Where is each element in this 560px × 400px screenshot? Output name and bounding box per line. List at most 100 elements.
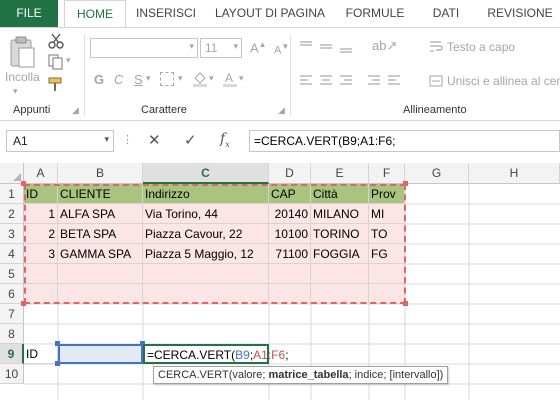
table-cell[interactable]: GAMMA SPA bbox=[58, 244, 143, 264]
paste-dropdown-icon[interactable]: ▾ bbox=[13, 86, 18, 97]
empty-cell[interactable] bbox=[269, 264, 311, 284]
table-cell[interactable]: 10100 bbox=[269, 224, 311, 244]
worksheet-grid[interactable]: A B C D E F G H 1 2 3 4 5 6 7 8 9 10 ID … bbox=[0, 163, 560, 400]
table-cell[interactable]: ALFA SPA bbox=[58, 204, 143, 224]
tooltip-arg-current[interactable]: matrice_tabella bbox=[268, 369, 348, 381]
wrap-text-icon[interactable] bbox=[429, 40, 443, 54]
table-header-cell[interactable]: CAP bbox=[269, 184, 311, 204]
column-header[interactable]: H bbox=[469, 163, 560, 184]
reference-handle[interactable] bbox=[55, 361, 60, 366]
paste-icon[interactable] bbox=[6, 36, 36, 70]
empty-cell[interactable] bbox=[24, 284, 58, 304]
row-header[interactable]: 8 bbox=[0, 324, 24, 344]
table-cell[interactable]: TORINO bbox=[311, 224, 369, 244]
empty-cell[interactable] bbox=[58, 264, 143, 284]
column-header[interactable]: E bbox=[311, 163, 369, 184]
indent-icons[interactable] bbox=[366, 74, 406, 88]
reference-handle[interactable] bbox=[55, 341, 60, 346]
table-cell[interactable]: FOGGIA bbox=[311, 244, 369, 264]
row-header[interactable]: 5 bbox=[0, 264, 24, 284]
column-header[interactable]: B bbox=[58, 163, 143, 184]
row-header[interactable]: 7 bbox=[0, 304, 24, 324]
table-header-cell[interactable]: CLIENTE bbox=[58, 184, 143, 204]
cut-icon[interactable] bbox=[47, 33, 65, 49]
orientation-icon[interactable]: ab↗ bbox=[372, 38, 397, 54]
merge-center-button[interactable]: Unisci e allinea al centr bbox=[447, 74, 560, 88]
table-cell[interactable]: FG bbox=[369, 244, 405, 264]
font-color-icon[interactable]: A bbox=[222, 70, 238, 88]
empty-cell[interactable] bbox=[369, 284, 405, 304]
empty-cell[interactable] bbox=[143, 264, 269, 284]
table-cell[interactable]: Piazza Cavour, 22 bbox=[143, 224, 269, 244]
empty-cell[interactable] bbox=[269, 284, 311, 304]
table-cell[interactable]: 71100 bbox=[269, 244, 311, 264]
font-name-dropdown[interactable]: ▾ bbox=[90, 38, 198, 58]
row-header[interactable]: 1 bbox=[0, 184, 24, 204]
table-cell[interactable]: MILANO bbox=[311, 204, 369, 224]
row-header[interactable]: 4 bbox=[0, 244, 24, 264]
shrink-font-icon[interactable]: A▼ bbox=[274, 42, 289, 57]
tab-file[interactable]: FILE bbox=[0, 0, 58, 27]
fill-color-dropdown-icon[interactable]: ▾ bbox=[209, 73, 214, 84]
wrap-text-button[interactable]: Testo a capo bbox=[447, 40, 515, 54]
table-header-cell[interactable]: Prov bbox=[369, 184, 405, 204]
table-cell[interactable]: 2 bbox=[24, 224, 58, 244]
table-cell[interactable]: Piazza 5 Maggio, 12 bbox=[143, 244, 269, 264]
borders-dropdown-icon[interactable]: ▾ bbox=[178, 73, 183, 84]
tooltip-arg[interactable]: valore; bbox=[232, 369, 268, 381]
empty-cell[interactable] bbox=[311, 284, 369, 304]
name-box[interactable]: A1 ▾ bbox=[6, 130, 114, 152]
font-size-dropdown[interactable]: 11 ▾ bbox=[200, 38, 242, 58]
table-header-cell[interactable]: ID bbox=[24, 184, 58, 204]
copy-dropdown-icon[interactable]: ▾ bbox=[66, 55, 71, 66]
table-cell[interactable]: Via Torino, 44 bbox=[143, 204, 269, 224]
bold-button[interactable]: G bbox=[94, 72, 104, 87]
active-cell-c9[interactable]: =CERCA.VERT(B9;A1:F6; bbox=[143, 344, 289, 364]
empty-cell[interactable] bbox=[311, 264, 369, 284]
tab-home[interactable]: HOME bbox=[64, 0, 126, 28]
cell-a9[interactable]: ID bbox=[24, 344, 58, 364]
font-launcher-icon[interactable]: ◢ bbox=[278, 105, 285, 116]
tab-data[interactable]: DATI bbox=[425, 0, 467, 27]
format-painter-icon[interactable] bbox=[47, 76, 65, 92]
table-cell[interactable]: 3 bbox=[24, 244, 58, 264]
tab-insert[interactable]: INSERISCI bbox=[129, 0, 203, 27]
column-header[interactable]: D bbox=[269, 163, 311, 184]
underline-button[interactable]: S bbox=[134, 72, 143, 87]
empty-cell[interactable] bbox=[143, 284, 269, 304]
column-header-selected[interactable]: C bbox=[143, 163, 269, 184]
tab-formulas[interactable]: FORMULE bbox=[343, 0, 407, 27]
column-header[interactable]: A bbox=[24, 163, 58, 184]
function-tooltip[interactable]: CERCA.VERT(valore; matrice_tabella; indi… bbox=[153, 366, 449, 384]
copy-icon[interactable] bbox=[47, 54, 65, 70]
tooltip-rest[interactable]: ; indice; [intervallo]) bbox=[349, 369, 444, 381]
grow-font-icon[interactable]: A▲ bbox=[250, 40, 267, 55]
font-color-dropdown-icon[interactable]: ▾ bbox=[239, 73, 244, 84]
table-header-cell[interactable]: Indirizzo bbox=[143, 184, 269, 204]
tab-review[interactable]: REVISIONE bbox=[484, 0, 556, 27]
row-header[interactable]: 2 bbox=[0, 204, 24, 224]
row-header-selected[interactable]: 9 bbox=[0, 344, 24, 364]
italic-button[interactable]: C bbox=[114, 72, 123, 87]
cell-b9-reference[interactable] bbox=[58, 344, 143, 364]
top-align-icons[interactable] bbox=[298, 40, 358, 54]
enter-entry-icon[interactable]: ✓ bbox=[184, 131, 197, 149]
merge-center-icon[interactable] bbox=[429, 74, 443, 88]
column-header[interactable]: G bbox=[405, 163, 469, 184]
empty-cell[interactable] bbox=[369, 264, 405, 284]
row-header[interactable]: 3 bbox=[0, 224, 24, 244]
table-cell[interactable]: MI bbox=[369, 204, 405, 224]
range-handle[interactable] bbox=[403, 181, 408, 186]
table-header-cell[interactable]: Città bbox=[311, 184, 369, 204]
borders-icon[interactable] bbox=[160, 72, 174, 86]
empty-cell[interactable] bbox=[58, 284, 143, 304]
fill-color-icon[interactable] bbox=[192, 70, 208, 88]
tab-page-layout[interactable]: LAYOUT DI PAGINA bbox=[209, 0, 331, 27]
underline-dropdown-icon[interactable]: ▾ bbox=[146, 73, 151, 84]
insert-function-icon[interactable]: fx bbox=[220, 131, 230, 149]
table-cell[interactable]: 1 bbox=[24, 204, 58, 224]
range-handle[interactable] bbox=[21, 301, 26, 306]
paste-label[interactable]: Incolla bbox=[5, 70, 40, 84]
table-cell[interactable]: BETA SPA bbox=[58, 224, 143, 244]
column-header[interactable]: F bbox=[369, 163, 405, 184]
